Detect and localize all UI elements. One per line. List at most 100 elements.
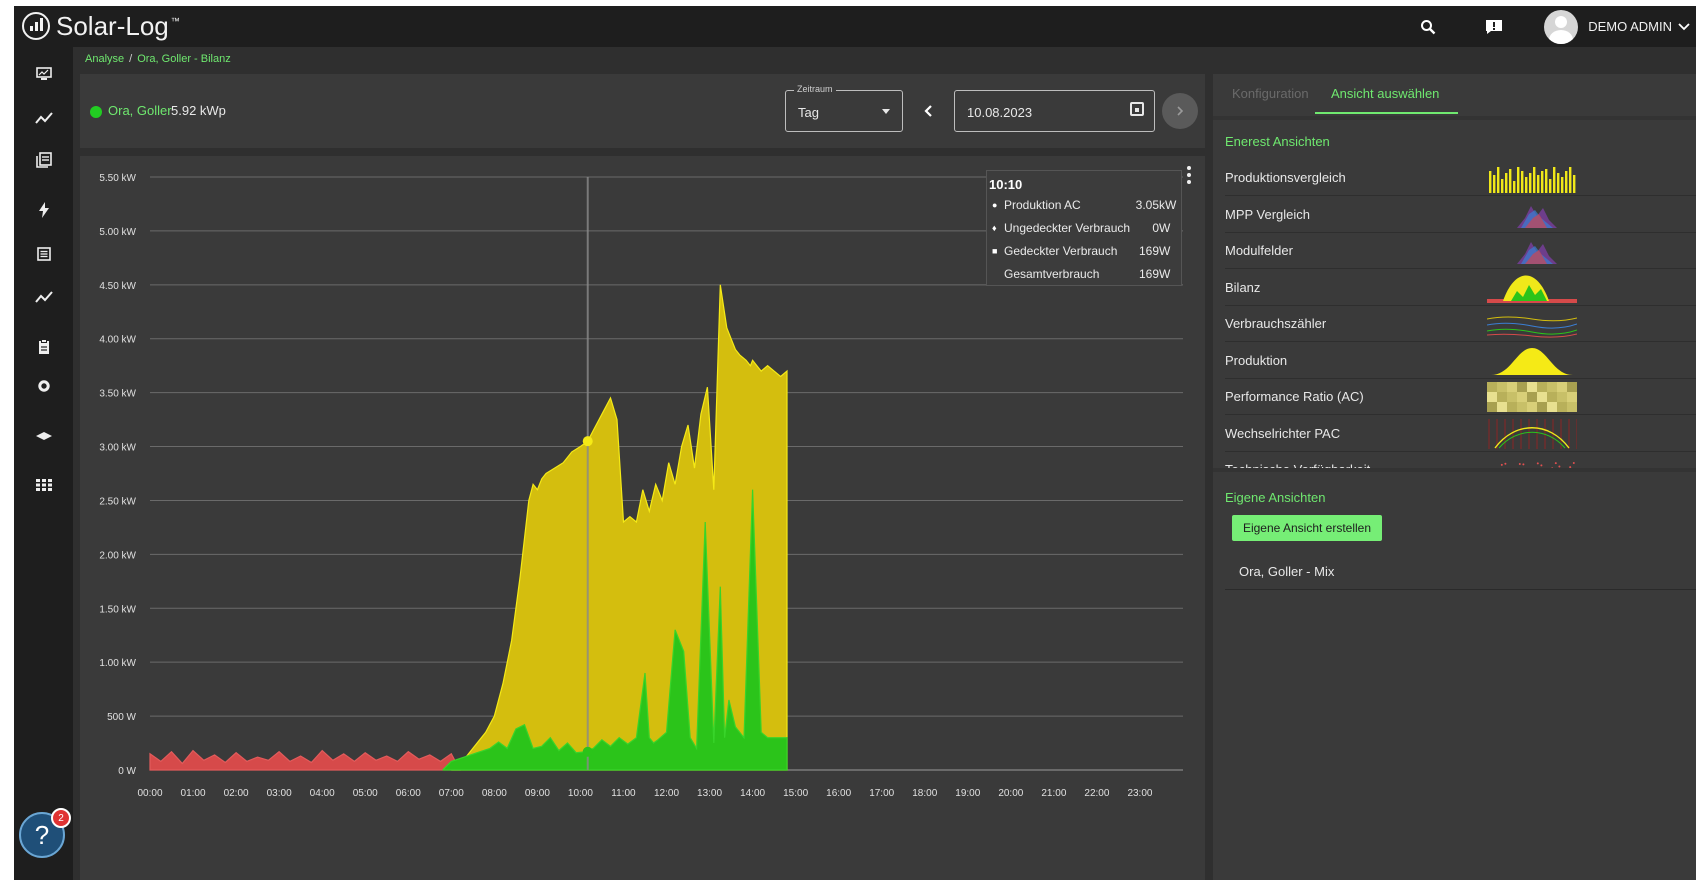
enerest-views: Enerest Ansichten Produktionsvergleich MP…: [1213, 120, 1696, 468]
app-window: Solar-Log ™ DEMO ADMIN ? 2 Analyse / Ora…: [14, 6, 1696, 880]
monitor-icon[interactable]: [14, 59, 73, 89]
date-field[interactable]: 10.08.2023: [954, 90, 1155, 132]
energy-icon[interactable]: [14, 195, 73, 225]
view-label: MPP Vergleich: [1225, 206, 1311, 222]
x-tick-label: 11:00: [611, 788, 636, 799]
tooltip-value: 169: [1138, 244, 1159, 258]
covered-point: [582, 746, 593, 757]
view-thumbnail: [1487, 382, 1577, 412]
y-tick-label: 3.00 kW: [99, 443, 136, 454]
prev-day-button[interactable]: [916, 98, 942, 124]
view-label: Modulfelder: [1225, 243, 1293, 258]
view-label: Produktionsvergleich: [1225, 170, 1346, 185]
tooltip-label: Ungedeckter Verbrauch: [1004, 221, 1131, 235]
view-thumbnail: [1489, 167, 1576, 193]
sidebar: ? 2: [14, 47, 73, 880]
tab-configuration[interactable]: Konfiguration: [1232, 86, 1309, 101]
x-tick-label: 18:00: [912, 788, 937, 799]
view-item[interactable]: MPP Vergleich: [1225, 197, 1696, 233]
calendar-icon[interactable]: [1130, 102, 1144, 116]
more-vert-icon[interactable]: [1186, 166, 1192, 184]
tooltip-row: ● Produktion AC 3.05 kW: [987, 196, 1181, 216]
date-value: 10.08.2023: [967, 105, 1033, 120]
tooltip-row: ♦ Ungedeckter Verbrauch 0 W: [987, 219, 1181, 239]
view-item[interactable]: Verbrauchszähler: [1225, 306, 1696, 342]
breadcrumb-separator: /: [129, 53, 133, 65]
period-select[interactable]: Zeitraum Tag: [785, 84, 903, 132]
chevron-down-icon[interactable]: [1678, 20, 1690, 34]
reports-icon[interactable]: [14, 145, 73, 175]
chart-card: 0 W 500 W 1.00 kW 1.50 kW 2.00 kW 2.50 kW 3.00…: [80, 156, 1205, 880]
view-item[interactable]: Technische Verfügbarkeit: [1225, 452, 1696, 468]
tooltip-time: 10:10: [989, 177, 1023, 192]
view-item[interactable]: Wechselrichter PAC: [1225, 416, 1696, 452]
view-thumbnail: [1491, 347, 1573, 375]
layers-icon[interactable]: [14, 421, 73, 451]
tab-select-view[interactable]: Ansicht auswählen: [1331, 86, 1439, 101]
brand-trademark: ™: [170, 16, 180, 26]
grid-icon[interactable]: [14, 470, 73, 500]
list-icon[interactable]: [14, 239, 73, 269]
panel-tabs: Konfiguration Ansicht auswählen: [1213, 74, 1696, 116]
uncovered-consumption-area: [149, 749, 461, 771]
search-icon[interactable]: [1408, 6, 1448, 47]
notification-badge: 2: [51, 808, 71, 828]
y-tick-label: 500 W: [107, 712, 136, 723]
tooltip-label: Produktion AC: [1004, 198, 1081, 212]
tooltip-unit: W: [1159, 244, 1171, 258]
next-day-button[interactable]: [1162, 93, 1198, 129]
breadcrumb-analyse[interactable]: Analyse: [85, 53, 124, 65]
right-panel: Konfiguration Ansicht auswählen Enerest …: [1213, 74, 1696, 880]
x-tick-label: 03:00: [267, 788, 292, 799]
y-tick-label: 2.50 kW: [99, 496, 136, 507]
help-button[interactable]: ? 2: [19, 808, 71, 858]
x-tick-label: 06:00: [396, 788, 421, 799]
help-question-icon: ?: [34, 819, 50, 850]
tooltip-value: 0: [1152, 221, 1159, 235]
own-view-item[interactable]: Ora, Goller - Mix: [1225, 554, 1696, 590]
feedback-icon[interactable]: [1474, 6, 1514, 47]
tooltip-value: 3.05: [1135, 198, 1159, 212]
trend-icon[interactable]: [14, 282, 73, 312]
breadcrumb-current[interactable]: Ora, Goller - Bilanz: [137, 53, 231, 65]
view-thumbnail: [1488, 418, 1577, 449]
create-view-button[interactable]: Eigene Ansicht erstellen: [1232, 515, 1382, 541]
production-point: [582, 436, 593, 447]
own-views-title: Eigene Ansichten: [1225, 490, 1326, 505]
view-thumbnail: [1487, 316, 1577, 338]
device-status-dot: [90, 106, 102, 118]
tooltip-marker: ♦: [992, 223, 997, 233]
tooltip-unit: W: [1159, 267, 1171, 281]
chart-tooltip: 10:10 ● Produktion AC 3.05 kW ♦ Ungedeck…: [986, 170, 1182, 286]
enerest-views-title: Enerest Ansichten: [1225, 134, 1330, 149]
x-tick-label: 23:00: [1127, 788, 1152, 799]
period-label: Zeitraum: [794, 84, 836, 94]
view-item[interactable]: Bilanz: [1225, 270, 1696, 306]
view-item[interactable]: Modulfelder: [1225, 233, 1696, 269]
view-thumbnail: [1487, 275, 1577, 303]
x-tick-label: 21:00: [1041, 788, 1066, 799]
tooltip-label: Gesamtverbrauch: [1004, 267, 1100, 281]
x-tick-label: 05:00: [353, 788, 378, 799]
gear-icon[interactable]: [14, 371, 73, 401]
brand-logo[interactable]: Solar-Log ™: [22, 10, 180, 42]
active-tab-indicator: [1315, 112, 1458, 114]
view-item[interactable]: Performance Ratio (AC): [1225, 379, 1696, 415]
clipboard-icon[interactable]: [14, 332, 73, 362]
x-tick-label: 10:00: [568, 788, 593, 799]
view-item[interactable]: Produktion: [1225, 343, 1696, 379]
tooltip-label: Gedeckter Verbrauch: [1004, 244, 1118, 258]
production-area: [450, 284, 788, 771]
x-tick-label: 19:00: [955, 788, 980, 799]
device-name[interactable]: Ora, Goller: [108, 103, 172, 118]
analysis-icon[interactable]: [14, 103, 73, 133]
user-name[interactable]: DEMO ADMIN: [1588, 19, 1672, 34]
y-tick-label: 3.50 kW: [99, 389, 136, 400]
view-label: Verbrauchszähler: [1225, 316, 1327, 331]
user-avatar[interactable]: [1544, 9, 1579, 44]
view-item[interactable]: Produktionsvergleich: [1225, 160, 1696, 196]
tooltip-row: ■ Gedeckter Verbrauch 169 W: [987, 242, 1181, 262]
x-tick-label: 08:00: [482, 788, 507, 799]
y-tick-label: 5.50 kW: [99, 173, 136, 184]
tooltip-marker: ●: [992, 200, 998, 210]
